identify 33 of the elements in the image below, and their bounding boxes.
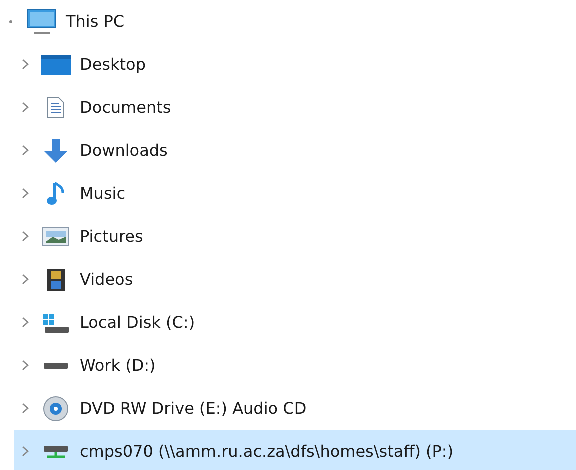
monitor-icon xyxy=(26,8,58,34)
expanded-marker-icon[interactable] xyxy=(9,20,13,24)
tree-item[interactable]: cmps070 (\\amm.ru.ac.za\dfs\homes\staff) (P:) xyxy=(14,430,576,470)
tree-item[interactable]: Pictures xyxy=(14,215,576,258)
document-icon xyxy=(47,96,65,118)
tree-item[interactable]: Work (D:) xyxy=(14,344,576,387)
chevron-right-icon[interactable] xyxy=(22,403,28,414)
tree-item[interactable]: Downloads xyxy=(14,129,576,172)
desktop-icon xyxy=(40,54,72,76)
disc-icon xyxy=(43,396,69,422)
film-icon xyxy=(46,268,66,292)
picture-icon xyxy=(42,226,70,246)
chevron-right-icon[interactable] xyxy=(22,317,28,328)
tree-item[interactable]: Documents xyxy=(14,86,576,129)
tree-item[interactable]: Music xyxy=(14,172,576,215)
download-arrow-icon xyxy=(42,138,70,164)
music-note-icon xyxy=(46,180,66,206)
tree-item[interactable]: DVD RW Drive (E:) Audio CD xyxy=(14,387,576,430)
tree-item[interactable]: Desktop xyxy=(14,43,576,86)
tree-item[interactable]: Videos xyxy=(14,258,576,301)
network-drive-icon xyxy=(43,444,69,458)
chevron-right-icon[interactable] xyxy=(22,274,28,285)
chevron-right-icon[interactable] xyxy=(22,59,28,70)
chevron-right-icon[interactable] xyxy=(22,231,28,242)
chevron-right-icon[interactable] xyxy=(22,188,28,199)
drive-icon xyxy=(43,362,69,370)
system-drive-icon xyxy=(41,312,71,334)
chevron-right-icon[interactable] xyxy=(22,360,28,371)
chevron-right-icon[interactable] xyxy=(22,446,28,457)
chevron-right-icon[interactable] xyxy=(22,145,28,156)
chevron-right-icon[interactable] xyxy=(22,102,28,113)
tree-item[interactable]: Local Disk (C:) xyxy=(14,301,576,344)
tree-item[interactable]: This PC xyxy=(0,0,576,43)
